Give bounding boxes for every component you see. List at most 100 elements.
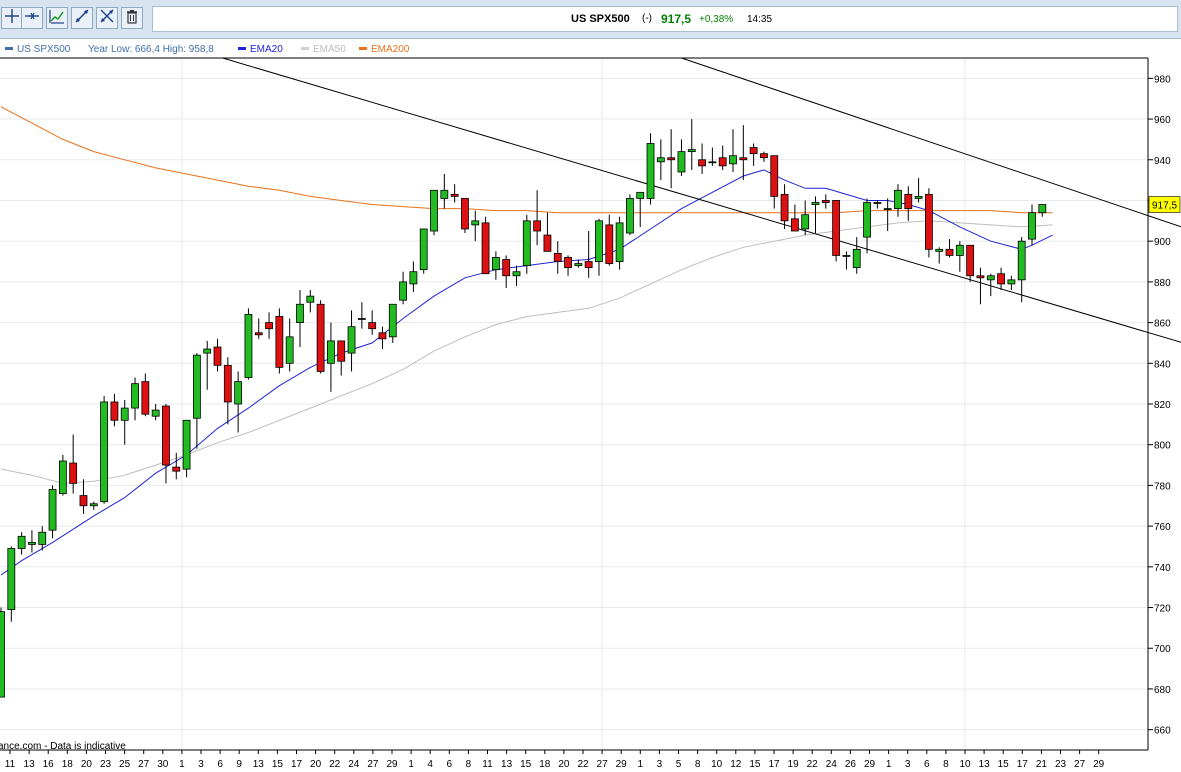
candle-body-up: [357, 318, 366, 320]
price-chart[interactable]: 6606807007207407607808008208408608809009…: [0, 0, 1181, 772]
candle-body-down: [770, 155, 779, 197]
candle-body-down: [368, 322, 377, 330]
candle-body-up: [399, 281, 407, 301]
candle-body-up: [430, 189, 438, 232]
candle: [337, 340, 346, 376]
candle: [285, 318, 294, 372]
x-tick-label: 11: [5, 759, 16, 770]
candle-body-up: [347, 326, 356, 354]
candle: [430, 189, 438, 236]
candle-body-down: [543, 234, 552, 252]
candle: [79, 479, 88, 514]
candle: [832, 200, 841, 262]
candle: [543, 212, 552, 252]
candle: [7, 546, 16, 622]
candle: [646, 133, 655, 205]
candle: [388, 303, 397, 343]
y-tick-label: 860: [1154, 319, 1171, 330]
candle: [553, 241, 562, 274]
candle: [58, 454, 67, 496]
x-tick-label: 20: [81, 759, 93, 770]
x-tick-label: 8: [695, 759, 701, 770]
candle-body-down: [481, 222, 490, 275]
candle: [213, 338, 222, 372]
y-tick-label: 660: [1154, 726, 1171, 737]
candle: [667, 129, 676, 189]
candle-body-up: [687, 149, 696, 153]
candle-body-up: [615, 222, 624, 262]
candle: [656, 139, 665, 181]
candle: [419, 228, 428, 274]
candle-body-up: [883, 208, 892, 211]
candle-body-up: [327, 340, 335, 364]
candle: [461, 198, 469, 234]
y-axis: 660 680 700 720 740 760 780 800 820 840 860 880 900 9…: [1148, 74, 1171, 737]
candle: [172, 452, 181, 480]
candle: [687, 119, 696, 170]
x-tick-label: 4: [427, 759, 433, 770]
candle: [296, 290, 304, 348]
candle: [595, 218, 603, 276]
candle-body-up: [729, 155, 737, 165]
candle: [1028, 204, 1036, 246]
candle: [873, 200, 882, 209]
x-tick-label: 1: [408, 759, 414, 770]
x-tick-label: 27: [138, 759, 150, 770]
candle-body-up: [192, 354, 201, 419]
candle: [749, 143, 758, 166]
candle-body-up: [131, 383, 139, 409]
data-source-note: ance.com - Data is indicative: [0, 741, 126, 752]
candle-body-up: [244, 314, 253, 378]
x-tick-label: 22: [577, 759, 589, 770]
y-tick-label: 700: [1154, 644, 1171, 655]
candle-body-up: [58, 460, 67, 494]
candle-body-up: [646, 143, 655, 199]
candle-body-up: [708, 161, 717, 164]
x-tick-label: 17: [768, 759, 780, 770]
candle-body-up: [873, 202, 882, 204]
candle-body-down: [667, 157, 676, 161]
candle: [821, 194, 830, 209]
candle-body-down: [780, 193, 789, 222]
candle-body-up: [1017, 240, 1026, 281]
candle-body-up: [388, 303, 397, 338]
x-tick-label: 8: [943, 759, 949, 770]
candle-body-up: [471, 220, 480, 226]
candle-body-down: [760, 153, 768, 159]
y-tick-label: 740: [1154, 563, 1171, 574]
candle: [512, 265, 521, 286]
y-tick-label: 880: [1154, 278, 1171, 289]
candle: [626, 194, 634, 236]
x-tick-label: 19: [788, 759, 800, 770]
candle-body-up: [894, 189, 902, 210]
candle: [945, 239, 954, 258]
candle: [481, 216, 490, 275]
candle-body-down: [832, 200, 841, 256]
candle-body-down: [337, 340, 346, 362]
x-tick-label: 1: [886, 759, 892, 770]
candle-body-up: [852, 248, 861, 269]
candle: [863, 198, 871, 254]
candle-body-up: [574, 263, 583, 266]
x-tick-label: 24: [348, 759, 360, 770]
candle-body-down: [904, 193, 913, 210]
x-tick-label: 1: [179, 759, 185, 770]
x-tick-label: 15: [520, 759, 532, 770]
candle-body-up: [914, 195, 923, 199]
candle-body-up: [89, 503, 98, 507]
x-tick-label: 13: [253, 759, 265, 770]
x-tick-label: 18: [62, 759, 74, 770]
candle: [584, 231, 593, 278]
candle: [739, 125, 748, 181]
x-tick-label: 1: [638, 759, 644, 770]
candle: [914, 178, 923, 203]
candle-body-down: [254, 332, 263, 336]
candle: [0, 607, 5, 698]
candle: [69, 434, 78, 494]
trend-line[interactable]: [222, 57, 1181, 353]
x-tick-label: 3: [905, 759, 911, 770]
y-tick-label: 720: [1154, 604, 1171, 615]
candle-body-down: [265, 322, 273, 330]
candle-body-down: [584, 261, 593, 269]
candle: [327, 322, 335, 392]
